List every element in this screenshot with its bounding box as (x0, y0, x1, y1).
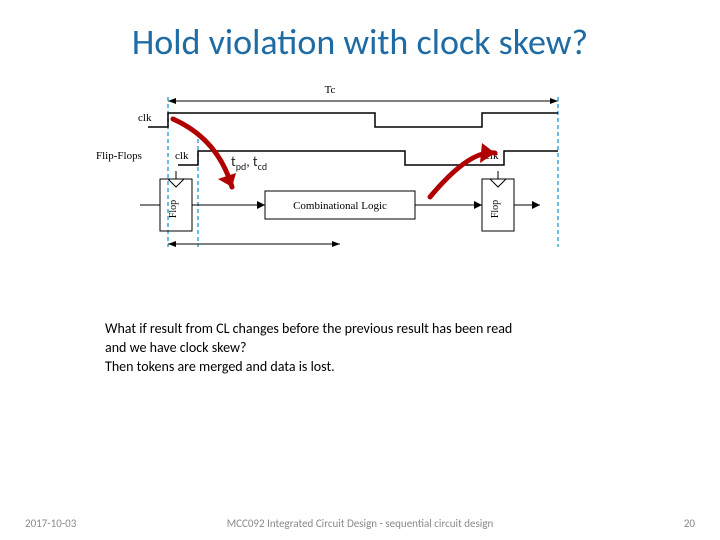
footer-date: 2017-10-03 (25, 517, 76, 530)
slide-title: Hold violation with clock skew? (0, 20, 720, 64)
footer-course: MCC092 Integrated Circuit Design - seque… (227, 517, 494, 530)
timing-annotation: tpd, tcd (231, 153, 267, 173)
timing-diagram: Tc clk Flip-Flops clk clk Flop Flop Comb… (90, 79, 720, 249)
body-line-1: What if result from CL changes before th… (105, 320, 665, 339)
svg-text:clk: clk (175, 150, 189, 162)
svg-text:Combinational Logic: Combinational Logic (293, 200, 387, 212)
footer-page: 20 (684, 517, 695, 530)
svg-text:Flop: Flop (490, 200, 501, 218)
body-line-2: and we have clock skew? (105, 339, 665, 358)
svg-text:clk: clk (138, 112, 152, 124)
body-line-3: Then tokens are merged and data is lost. (105, 358, 665, 377)
svg-text:Tc: Tc (325, 84, 336, 96)
svg-text:Flip-Flops: Flip-Flops (96, 150, 142, 162)
svg-text:Flop: Flop (168, 200, 179, 218)
body-text: What if result from CL changes before th… (105, 320, 665, 377)
slide-footer: 2017-10-03 MCC092 Integrated Circuit Des… (0, 517, 720, 530)
